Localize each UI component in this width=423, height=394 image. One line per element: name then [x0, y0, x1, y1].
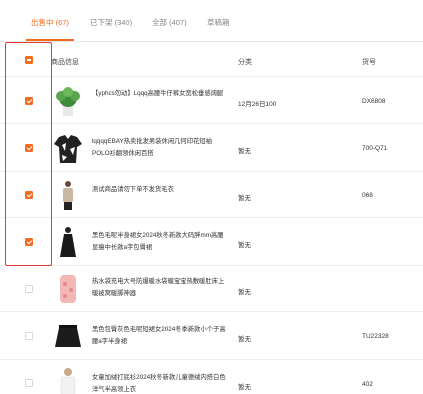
- table-row[interactable]: 测试商品请勿下单不发货毛衣 暂无 068: [0, 172, 423, 218]
- product-sku: TU22328: [362, 333, 389, 340]
- table-row[interactable]: lqqqqEBAY热卖批发男装休闲几何印花短袖POLO衫翻领休闲百搭 暂无 70…: [0, 124, 423, 172]
- product-name[interactable]: 热水袋充电大号防爆暖水袋暖宝宝热敷暖肚床上暖被窝暖脚神器: [92, 276, 228, 300]
- column-header-category: 分类: [238, 59, 252, 66]
- tab-drafts[interactable]: 草稿箱: [207, 17, 230, 28]
- table-row[interactable]: 女童加绒打底衫2024秋冬新款儿童德绒内搭白色洋气半高领上衣 暂无 402: [0, 360, 423, 394]
- tab-all[interactable]: 全部 (407): [152, 17, 187, 28]
- product-name[interactable]: 【yphcs勿动】Lqqq高腰牛仔裤女宽松垂感阔腿: [92, 88, 228, 100]
- product-name[interactable]: 黑色毛呢半身裙女2024秋冬新款大码胖mm高腰显瘦中长款a字包臀裙: [92, 230, 228, 254]
- plant-icon: [51, 84, 85, 118]
- row-checkbox[interactable]: [25, 332, 33, 340]
- tab-delisted[interactable]: 已下架 (340): [90, 17, 132, 28]
- active-tab-indicator: [26, 39, 74, 41]
- product-category: 暂无: [238, 195, 251, 202]
- product-category: 暂无: [238, 336, 251, 343]
- status-tabs: 出售中 (67) 已下架 (340) 全部 (407) 草稿箱: [0, 0, 423, 42]
- sweater-icon: [51, 178, 85, 212]
- product-name[interactable]: 测试商品请勿下单不发货毛衣: [92, 184, 228, 196]
- kids-top-icon: [51, 366, 85, 394]
- product-sku: 068: [362, 192, 373, 199]
- table-row[interactable]: 热水袋充电大号防爆暖水袋暖宝宝热敷暖肚床上暖被窝暖脚神器 暂无: [0, 266, 423, 312]
- product-category: 暂无: [238, 242, 251, 249]
- product-category: 暂无: [238, 289, 251, 296]
- skirt-icon: [51, 319, 85, 353]
- product-name[interactable]: 女童加绒打底衫2024秋冬新款儿童德绒内搭白色洋气半高领上衣: [92, 372, 228, 394]
- selection-highlight-box: [5, 42, 52, 266]
- product-sku: 402: [362, 381, 373, 388]
- hot-water-bottle-icon: [51, 272, 85, 306]
- row-checkbox[interactable]: [25, 379, 33, 387]
- row-checkbox[interactable]: [25, 285, 33, 293]
- column-header-sku: 货号: [362, 59, 376, 66]
- product-sku: DX6808: [362, 98, 386, 105]
- product-category: 暂无: [238, 384, 251, 391]
- product-name[interactable]: lqqqqEBAY热卖批发男装休闲几何印花短袖POLO衫翻领休闲百搭: [92, 136, 228, 160]
- dress-icon: [51, 225, 85, 259]
- table-row[interactable]: 黑色包臀灰色毛呢短裙女2024冬季新款小个子高腰a字半身裙 暂无 TU22328: [0, 312, 423, 360]
- table-row[interactable]: 黑色毛呢半身裙女2024秋冬新款大码胖mm高腰显瘦中长款a字包臀裙 暂无: [0, 218, 423, 266]
- table-header: 商品信息 分类 货号: [0, 43, 423, 77]
- product-category: 暂无: [238, 148, 251, 155]
- shirt-icon: [51, 131, 85, 165]
- table-row[interactable]: 【yphcs勿动】Lqqq高腰牛仔裤女宽松垂感阔腿 12月26日100 DX68…: [0, 78, 423, 124]
- tab-on-sale[interactable]: 出售中 (67): [31, 17, 69, 28]
- product-category: 12月26日100: [238, 101, 277, 108]
- column-header-product: 商品信息: [51, 59, 79, 66]
- product-sku: 700-Q71: [362, 145, 388, 152]
- product-name[interactable]: 黑色包臀灰色毛呢短裙女2024冬季新款小个子高腰a字半身裙: [92, 324, 228, 348]
